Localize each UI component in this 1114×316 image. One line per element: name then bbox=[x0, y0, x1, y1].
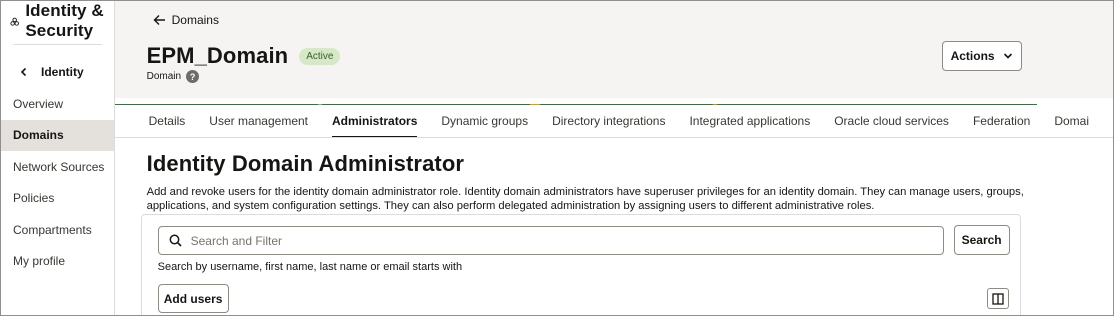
tab-oracle-cloud-services[interactable]: Oracle cloud services bbox=[834, 105, 949, 137]
breadcrumb-label: Domains bbox=[171, 13, 219, 27]
sidebar: Identity & Security Identity Overview Do… bbox=[1, 1, 115, 315]
sidebar-item-overview[interactable]: Overview bbox=[1, 88, 114, 120]
chevron-left-icon bbox=[20, 67, 27, 77]
sidebar-back-label: Identity bbox=[41, 65, 84, 79]
search-button[interactable]: Search bbox=[953, 225, 1010, 255]
page-title: EPM_Domain bbox=[146, 43, 289, 68]
title-row: EPM_Domain Active bbox=[147, 43, 341, 69]
tab-administrators[interactable]: Administrators bbox=[332, 105, 418, 137]
search-panel: Search Search by username, first name, l… bbox=[140, 214, 1021, 315]
sidebar-item-my-profile[interactable]: My profile bbox=[1, 246, 114, 278]
sidebar-item-compartments[interactable]: Compartments bbox=[1, 214, 114, 246]
arrow-left-icon bbox=[153, 15, 165, 25]
sidebar-nav: Overview Domains Network Sources Policie… bbox=[1, 88, 114, 277]
tab-bar: Details User management Administrators D… bbox=[114, 105, 1113, 138]
sidebar-item-network-sources[interactable]: Network Sources bbox=[1, 151, 114, 183]
sidebar-brand: Identity & Security bbox=[1, 1, 114, 41]
column-settings-button[interactable] bbox=[986, 288, 1009, 309]
page-header: Domains EPM_Domain Active Domain ? Actio… bbox=[114, 1, 1113, 98]
tab-dynamic-groups[interactable]: Dynamic groups bbox=[441, 105, 528, 137]
page-subtitle: Domain ? bbox=[146, 70, 200, 83]
search-field[interactable] bbox=[157, 226, 944, 255]
columns-icon bbox=[991, 292, 1004, 305]
add-users-button[interactable]: Add users bbox=[157, 284, 229, 313]
sidebar-back-link[interactable]: Identity bbox=[1, 57, 114, 87]
sidebar-item-policies[interactable]: Policies bbox=[1, 183, 114, 215]
sidebar-title: Identity & Security bbox=[25, 1, 104, 40]
tab-directory-integrations[interactable]: Directory integrations bbox=[552, 105, 665, 137]
tab-integrated-applications[interactable]: Integrated applications bbox=[689, 105, 810, 137]
section-description: Add and revoke users for the identity do… bbox=[146, 186, 1024, 212]
tab-federation[interactable]: Federation bbox=[973, 105, 1030, 137]
sidebar-item-domains[interactable]: Domains bbox=[1, 119, 114, 151]
tab-user-management[interactable]: User management bbox=[209, 105, 308, 137]
section-heading: Identity Domain Administrator bbox=[146, 151, 465, 176]
status-badge: Active bbox=[299, 47, 341, 65]
actions-button[interactable]: Actions bbox=[941, 41, 1022, 71]
subtitle-label: Domain bbox=[146, 71, 182, 82]
chevron-down-icon bbox=[1003, 53, 1012, 59]
identity-logo-icon bbox=[10, 17, 19, 26]
app-window: Identity & Security Identity Overview Do… bbox=[0, 0, 1114, 316]
tab-domain-truncated[interactable]: Domai bbox=[1054, 105, 1089, 137]
actions-label: Actions bbox=[950, 49, 995, 63]
help-icon[interactable]: ? bbox=[186, 70, 200, 83]
sidebar-divider bbox=[13, 44, 102, 45]
search-input[interactable] bbox=[190, 233, 931, 248]
tab-details[interactable]: Details bbox=[149, 105, 186, 137]
decorative-banner bbox=[114, 98, 1113, 105]
search-hint: Search by username, first name, last nam… bbox=[157, 261, 463, 273]
breadcrumb[interactable]: Domains bbox=[153, 13, 219, 27]
admin-section: Identity Domain Administrator Add and re… bbox=[147, 151, 1099, 213]
search-icon bbox=[169, 234, 182, 247]
main-content: Domains EPM_Domain Active Domain ? Actio… bbox=[114, 1, 1113, 315]
